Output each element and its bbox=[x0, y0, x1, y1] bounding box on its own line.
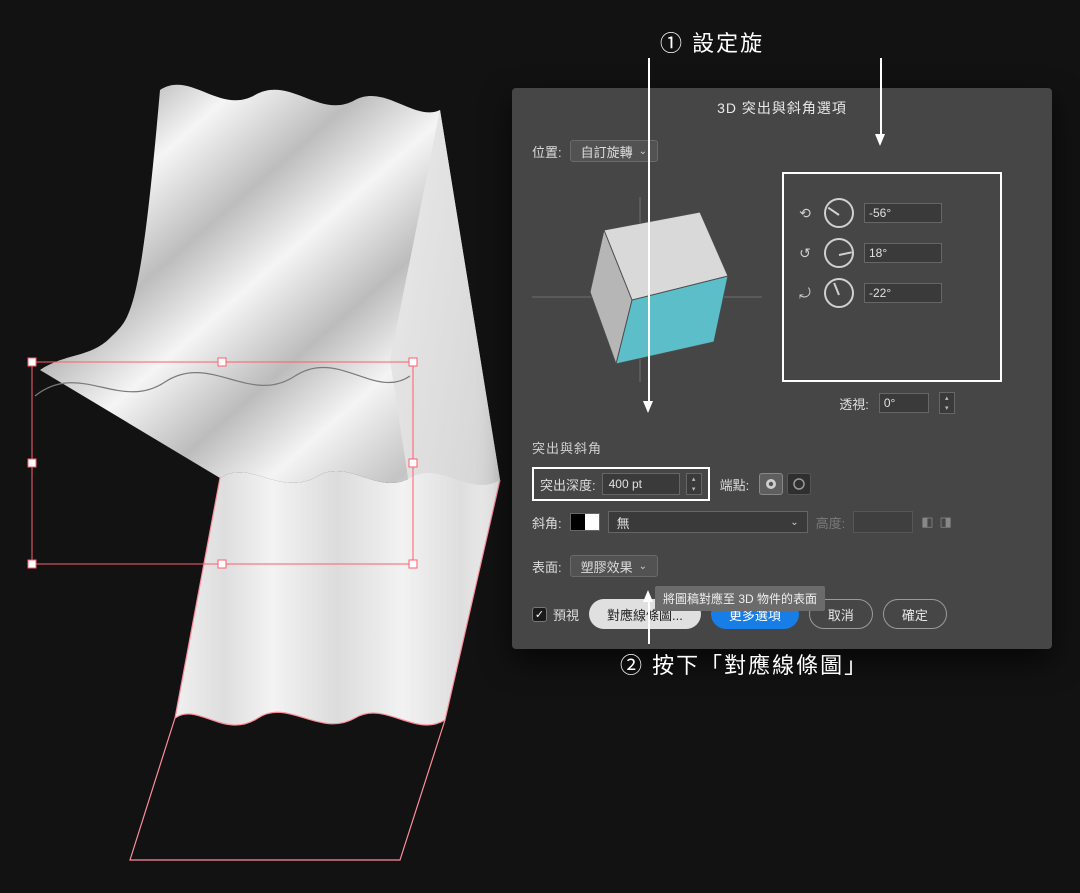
chevron-down-icon: ⌄ bbox=[639, 561, 647, 572]
rotation-values-highlight: ⟲ -56° ↺ 18° ⤾ -22° bbox=[782, 172, 1002, 382]
depth-label: 突出深度: bbox=[534, 475, 596, 494]
position-value: 自訂旋轉 bbox=[581, 142, 633, 161]
preview-label: 預視 bbox=[553, 605, 579, 624]
cap-off-button[interactable] bbox=[787, 473, 811, 495]
surface-select[interactable]: 塑膠效果 ⌄ bbox=[570, 555, 658, 577]
annotation-step2: ② 按下「對應線條圖」 bbox=[620, 648, 868, 680]
surface-value: 塑膠效果 bbox=[581, 557, 633, 576]
bevel-select[interactable]: 無 ⌄ bbox=[608, 511, 808, 533]
cap-on-button[interactable] bbox=[759, 473, 783, 495]
rotation-y-dial[interactable] bbox=[824, 238, 854, 268]
depth-stepper[interactable]: ▴▾ bbox=[686, 473, 702, 495]
chevron-down-icon: ⌄ bbox=[790, 517, 798, 528]
annotation-step1: ① 設定旋 bbox=[660, 26, 764, 58]
position-label: 位置: bbox=[532, 142, 562, 161]
preview-checkbox[interactable]: ✓ 預視 bbox=[532, 605, 579, 624]
position-select[interactable]: 自訂旋轉 ⌄ bbox=[570, 140, 658, 162]
axis-y-icon: ↺ bbox=[796, 245, 814, 262]
check-icon: ✓ bbox=[532, 607, 547, 622]
ok-button[interactable]: 確定 bbox=[883, 599, 947, 629]
extrude-depth-highlight: 突出深度: 400 pt ▴▾ bbox=[532, 467, 710, 501]
bevel-out-icon: ◨ bbox=[940, 514, 952, 530]
axis-z-icon: ⤾ bbox=[796, 285, 814, 302]
dialog-title: 3D 突出與斜角選項 bbox=[512, 88, 1052, 132]
rotation-z-dial[interactable] bbox=[824, 278, 854, 308]
bevel-swatch bbox=[570, 513, 600, 531]
rotation-x-dial[interactable] bbox=[824, 198, 854, 228]
canvas-3d-object bbox=[0, 60, 530, 880]
perspective-stepper[interactable]: ▴▾ bbox=[939, 392, 955, 414]
bevel-value: 無 bbox=[617, 513, 630, 532]
position-row: 位置: 自訂旋轉 ⌄ bbox=[532, 140, 1032, 162]
axis-x-icon: ⟲ bbox=[796, 205, 814, 222]
perspective-label: 透視: bbox=[839, 394, 869, 413]
rotation-x-field[interactable]: -56° bbox=[864, 203, 942, 223]
rotation-z-field[interactable]: -22° bbox=[864, 283, 942, 303]
height-label: 高度: bbox=[816, 513, 846, 532]
bevel-in-icon: ◧ bbox=[921, 514, 933, 530]
surface-label: 表面: bbox=[532, 557, 562, 576]
bevel-label: 斜角: bbox=[532, 513, 562, 532]
map-art-tooltip: 將圖稿對應至 3D 物件的表面 bbox=[655, 586, 825, 611]
perspective-field[interactable]: 0° bbox=[879, 393, 929, 413]
height-field bbox=[853, 511, 913, 533]
rotation-y-field[interactable]: 18° bbox=[864, 243, 942, 263]
rotation-cube-preview[interactable] bbox=[532, 172, 762, 382]
chevron-down-icon: ⌄ bbox=[639, 146, 647, 157]
depth-field[interactable]: 400 pt bbox=[602, 473, 680, 495]
cap-label: 端點: bbox=[720, 475, 750, 494]
extrude-section-title: 突出與斜角 bbox=[532, 438, 1032, 457]
3d-extrude-bevel-dialog: 3D 突出與斜角選項 位置: 自訂旋轉 ⌄ bbox=[512, 88, 1052, 649]
